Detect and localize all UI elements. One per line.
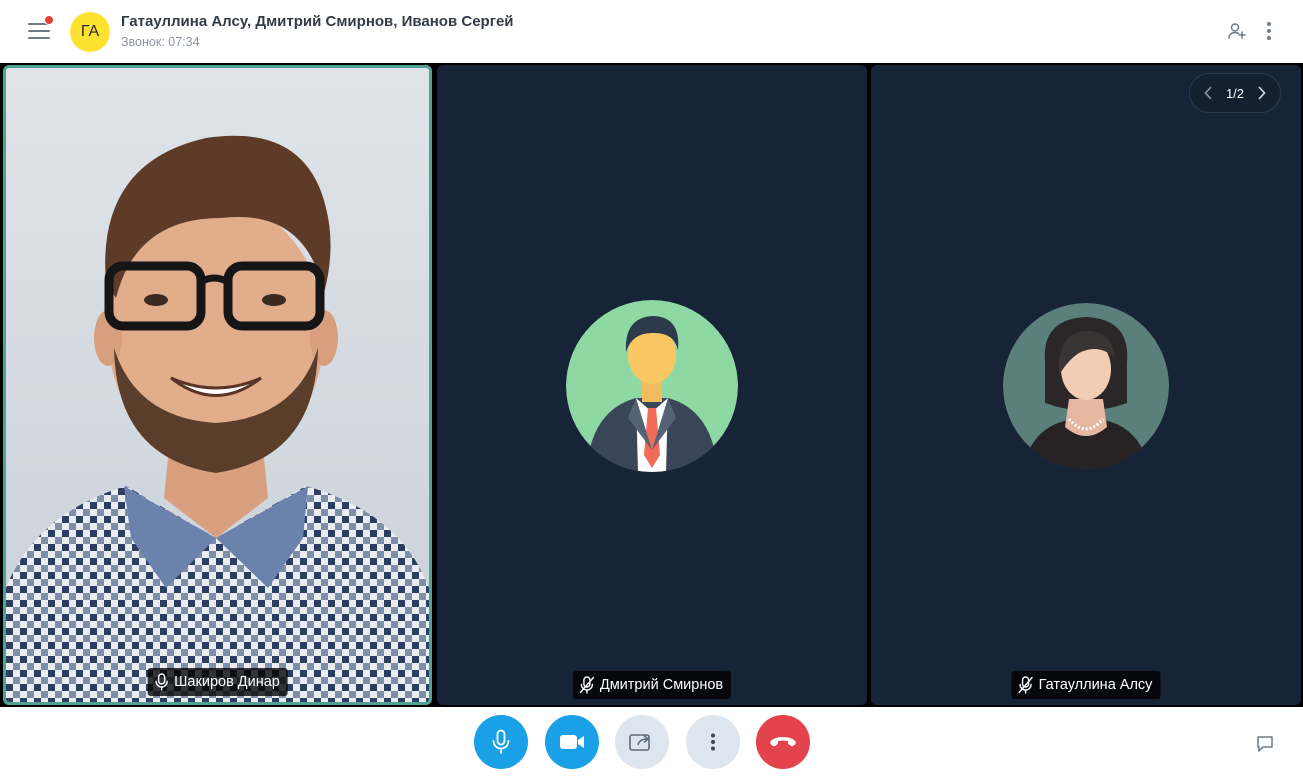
pagination: 1/2 [1189, 73, 1281, 113]
screen-share-icon [629, 734, 650, 751]
woman-avatar [1003, 303, 1169, 469]
screen-share-button[interactable] [615, 715, 669, 769]
avatar[interactable]: ГА [70, 12, 110, 52]
more-vertical-icon [711, 733, 715, 751]
participant-name-tag: Гатауллина Алсу [1011, 671, 1161, 699]
participant-name: Гатауллина Алсу [1038, 677, 1153, 693]
add-user-icon[interactable] [1226, 20, 1248, 42]
chat-icon[interactable] [1254, 733, 1276, 755]
notification-dot [44, 15, 54, 25]
participant-name: Дмитрий Смирнов [599, 677, 724, 693]
man-avatar [566, 300, 738, 472]
participant-name-tag: Дмитрий Смирнов [572, 671, 732, 699]
camera-icon [560, 735, 584, 749]
hang-up-button[interactable] [756, 715, 810, 769]
participant-name: Шакиров Динар [174, 674, 280, 690]
call-duration: Звонок: 07:34 [121, 35, 200, 49]
microphone-muted-icon [579, 676, 595, 694]
participant-tile-gataullina[interactable]: 1/2 Гатауллина Алсу [871, 65, 1301, 705]
participant-video [6, 68, 429, 702]
phone-hangup-icon [770, 737, 796, 747]
page-indicator: 1/2 [1225, 85, 1245, 101]
participant-tile-shakirov[interactable]: Шакиров Динар [3, 65, 432, 705]
camera-button[interactable] [545, 715, 599, 769]
microphone-icon [492, 729, 510, 754]
microphone-button[interactable] [474, 715, 528, 769]
more-vertical-icon[interactable] [1258, 20, 1280, 42]
chevron-right-icon[interactable] [1254, 85, 1270, 101]
participant-tile-smirnov[interactable]: Дмитрий Смирнов [437, 65, 867, 705]
video-stage: Шакиров Динар Дмитрий Смирнов 1/2 Гатаул… [0, 63, 1303, 707]
more-button[interactable] [686, 715, 740, 769]
microphone-muted-icon [1018, 676, 1033, 694]
call-header: ГА Гатауллина Алсу, Дмитрий Смирнов, Ива… [0, 0, 1303, 63]
call-title: Гатауллина Алсу, Дмитрий Смирнов, Иванов… [121, 13, 514, 30]
call-controls [0, 707, 1303, 778]
microphone-icon [154, 673, 168, 691]
chevron-left-icon[interactable] [1200, 85, 1216, 101]
participant-name-tag: Шакиров Динар [147, 668, 288, 696]
